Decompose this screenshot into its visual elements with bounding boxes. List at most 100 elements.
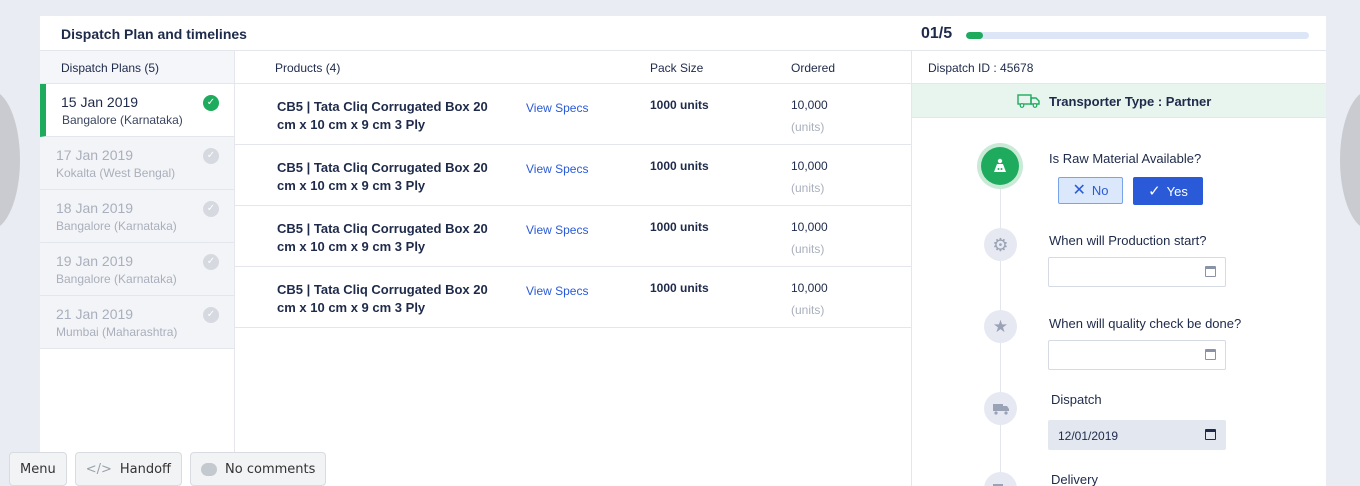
plan-date: 17 Jan 2019 [56, 147, 134, 163]
products-table: Products (4) Pack Size Ordered CB5 | Tat… [235, 51, 911, 486]
table-row: CB5 | Tata Cliq Corrugated Box 20 cm x 1… [235, 206, 911, 267]
menu-label: Menu [20, 461, 56, 477]
progress-bar [966, 32, 1309, 39]
dispatch-card: Dispatch Plan and timelines 01/5 Dispatc… [40, 16, 1326, 486]
timeline-panel: Dispatch ID : 45678 Transporter Type : P… [911, 51, 1326, 486]
no-button[interactable]: ✕ No [1058, 177, 1123, 204]
plan-item-3[interactable]: 18 Jan 2019 Bangalore (Karnataka) ✓ [40, 190, 234, 243]
star-icon: ★ [992, 317, 1009, 336]
pack-size-column-header: Pack Size [650, 61, 704, 75]
delivery-label: Delivery [1051, 472, 1098, 486]
ordered-qty: 10,000 [791, 159, 828, 173]
pack-size: 1000 units [650, 98, 709, 112]
dispatch-plans-header: Dispatch Plans (5) [40, 51, 234, 84]
plan-location: Mumbai (Maharashtra) [56, 325, 178, 339]
plan-item-5[interactable]: 21 Jan 2019 Mumbai (Maharashtra) ✓ [40, 296, 234, 349]
products-column-header: Products (4) [275, 61, 341, 75]
plan-item-4[interactable]: 19 Jan 2019 Bangalore (Karnataka) ✓ [40, 243, 234, 296]
left-edge-shape [0, 90, 20, 230]
table-row: CB5 | Tata Cliq Corrugated Box 20 cm x 1… [235, 84, 911, 145]
check-circle-icon: ✓ [203, 148, 219, 164]
flask-icon [994, 158, 1006, 172]
yes-label: Yes [1166, 183, 1188, 199]
product-name: CB5 | Tata Cliq Corrugated Box 20 cm x 1… [277, 221, 488, 254]
ordered-qty: 10,000 [791, 98, 828, 112]
handoff-label: Handoff [119, 461, 172, 477]
delivery-step-icon [984, 472, 1017, 486]
view-specs-link[interactable]: View Specs [526, 223, 588, 237]
plan-date: 21 Jan 2019 [56, 306, 134, 322]
calendar-icon [1205, 429, 1216, 440]
table-row: CB5 | Tata Cliq Corrugated Box 20 cm x 1… [235, 267, 911, 328]
raw-material-question: Is Raw Material Available? [1049, 151, 1202, 166]
plan-item-1[interactable]: 15 Jan 2019 Bangalore (Karnataka) ✓ [40, 84, 234, 137]
delivery-truck-icon [992, 483, 1007, 486]
check-circle-icon: ✓ [203, 307, 219, 323]
dispatch-date-input[interactable]: 12/01/2019 [1048, 420, 1226, 450]
view-specs-link[interactable]: View Specs [526, 162, 588, 176]
yes-button[interactable]: ✓ Yes [1133, 177, 1203, 205]
plan-location: Kokalta (West Bengal) [56, 166, 176, 180]
view-specs-link[interactable]: View Specs [526, 284, 588, 298]
quality-question: When will quality check be done? [1049, 316, 1242, 331]
ordered-unit: (units) [791, 120, 825, 134]
menu-button[interactable]: Menu [9, 452, 67, 486]
quality-step-icon: ★ [984, 310, 1017, 343]
quality-date-input[interactable] [1048, 340, 1226, 370]
product-name: CB5 | Tata Cliq Corrugated Box 20 cm x 1… [277, 160, 488, 193]
ordered-qty: 10,000 [791, 281, 828, 295]
dispatch-date-value: 12/01/2019 [1058, 429, 1119, 443]
pack-size: 1000 units [650, 281, 709, 295]
production-date-input[interactable] [1048, 257, 1226, 287]
progress-count: 01/5 [921, 25, 953, 42]
check-circle-icon: ✓ [203, 254, 219, 270]
no-label: No [1091, 183, 1109, 198]
view-specs-link[interactable]: View Specs [526, 101, 588, 115]
dispatch-id: Dispatch ID : 45678 [928, 61, 1034, 75]
plan-location: Bangalore (Karnataka) [56, 219, 177, 233]
plan-date: 15 Jan 2019 [61, 94, 139, 110]
calendar-icon [1205, 349, 1216, 360]
pack-size: 1000 units [650, 159, 709, 173]
progress-bar-fill [966, 32, 984, 39]
ordered-unit: (units) [791, 303, 825, 317]
truck-icon [1017, 94, 1040, 108]
calendar-icon [1205, 266, 1216, 277]
handoff-button[interactable]: </> Handoff [74, 452, 183, 486]
production-step-icon: ⚙ [984, 228, 1017, 261]
code-icon: </> [85, 461, 112, 477]
transporter-type: Transporter Type : Partner [1049, 94, 1212, 109]
comments-label: No comments [225, 461, 316, 477]
dispatch-plans-heading: Dispatch Plans (5) [61, 61, 160, 75]
plan-item-2[interactable]: 17 Jan 2019 Kokalta (West Bengal) ✓ [40, 137, 234, 190]
ordered-column-header: Ordered [791, 61, 836, 75]
dispatch-plans-column: Dispatch Plans (5) 15 Jan 2019 Bangalore… [40, 51, 235, 486]
transporter-banner: Transporter Type : Partner [912, 84, 1326, 118]
check-circle-icon: ✓ [203, 201, 219, 217]
pack-size: 1000 units [650, 220, 709, 234]
raw-material-step-icon [981, 147, 1019, 185]
timeline-header: Dispatch ID : 45678 [912, 51, 1326, 84]
page-title: Dispatch Plan and timelines [61, 26, 247, 42]
comments-button[interactable]: No comments [190, 452, 327, 486]
plan-location: Bangalore (Karnataka) [56, 272, 177, 286]
comment-icon [201, 462, 218, 476]
right-edge-shape [1340, 90, 1360, 230]
plan-date: 18 Jan 2019 [56, 200, 134, 216]
ordered-unit: (units) [791, 242, 825, 256]
production-question: When will Production start? [1049, 233, 1207, 248]
product-name: CB5 | Tata Cliq Corrugated Box 20 cm x 1… [277, 282, 488, 315]
gears-icon: ⚙ [992, 234, 1009, 255]
plan-location: Bangalore (Karnataka) [62, 113, 183, 127]
close-icon: ✕ [1072, 181, 1086, 199]
check-circle-icon: ✓ [203, 95, 219, 111]
ordered-qty: 10,000 [791, 220, 828, 234]
dispatch-step-icon [984, 392, 1017, 425]
products-table-header: Products (4) Pack Size Ordered [235, 51, 911, 84]
table-row: CB5 | Tata Cliq Corrugated Box 20 cm x 1… [235, 145, 911, 206]
card-header: Dispatch Plan and timelines 01/5 [40, 16, 1326, 51]
check-icon: ✓ [1148, 182, 1161, 200]
ordered-unit: (units) [791, 181, 825, 195]
bottom-toolbar: Menu </> Handoff No comments [9, 452, 327, 486]
product-name: CB5 | Tata Cliq Corrugated Box 20 cm x 1… [277, 99, 488, 132]
